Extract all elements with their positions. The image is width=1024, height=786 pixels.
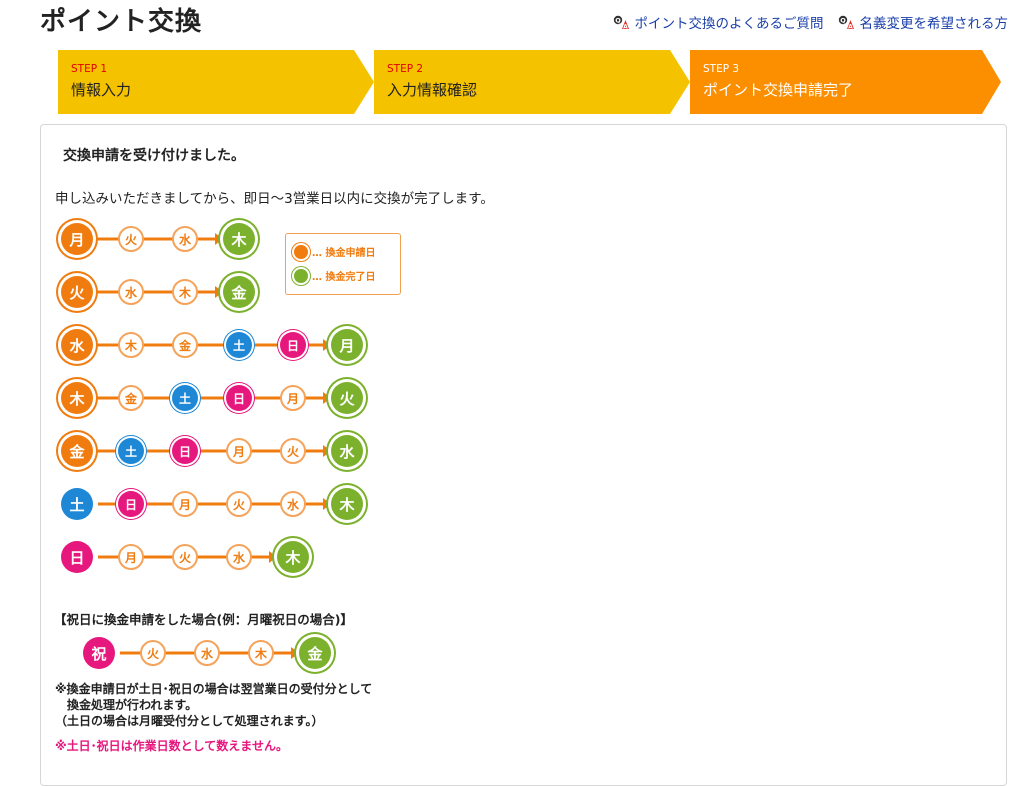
holiday-note-line-1: ※換金申請日が土日･祝日の場合は翌営業日の受付分として (55, 682, 373, 696)
arrow-right-icon (323, 392, 331, 404)
day-marker-sat: 土 (118, 438, 144, 464)
arrow-right-icon (323, 498, 331, 510)
holiday-note-line-2: 換金処理が行われます。 (67, 698, 198, 712)
day-marker-sun_apply: 日 (61, 541, 93, 573)
day-marker-apply: 水 (61, 329, 93, 361)
day-marker-apply: 火 (61, 276, 93, 308)
day-marker-apply: 月 (61, 223, 93, 255)
completion-heading: 交換申請を受け付けました。 (63, 148, 245, 164)
step-1-label: 情報入力 (71, 81, 132, 99)
apply-day-marker-icon (294, 244, 308, 259)
day-marker-work: 水 (280, 491, 306, 517)
day-marker-sat: 土 (226, 332, 252, 358)
name-change-link-label: 名義変更を希望される方 (859, 16, 1009, 32)
day-marker-sat: 土 (172, 385, 198, 411)
step-2-number: STEP 2 (387, 63, 424, 75)
day-marker-work: 月 (226, 438, 252, 464)
name-change-link[interactable]: Q A 名義変更を希望される方 (838, 12, 1009, 32)
day-marker-work: 木 (172, 279, 198, 305)
faq-link-label: ポイント交換のよくあるご質問 (634, 16, 824, 32)
day-marker-sun: 日 (280, 332, 306, 358)
step-2: STEP 2 入力情報確認 (374, 50, 692, 114)
day-marker-sun_apply: 祝 (83, 637, 115, 669)
arrow-right-icon (269, 551, 277, 563)
completion-message: 申し込みいただきましてから、即日〜3営業日以内に交換が完了します。 (55, 191, 494, 207)
day-marker-work: 木 (118, 332, 144, 358)
arrow-right-icon (291, 647, 299, 659)
day-marker-work: 木 (248, 640, 274, 666)
holiday-note-line-3: （土日の場合は月曜受付分として処理されます。） (55, 714, 324, 728)
help-links: Q A ポイント交換のよくあるご質問 Q A 名義変更を希望される方 (613, 12, 1009, 32)
schedule-legend: … 換金申請日 … 換金完了日 (285, 233, 401, 295)
legend-complete-label: … 換金完了日 (312, 272, 376, 283)
legend-complete: … 換金完了日 (294, 268, 375, 283)
day-marker-apply: 木 (61, 382, 93, 414)
day-marker-apply: 金 (61, 435, 93, 467)
step-3-label: ポイント交換申請完了 (703, 81, 854, 99)
day-marker-work: 月 (280, 385, 306, 411)
day-marker-work: 水 (226, 544, 252, 570)
arrow-right-icon (215, 286, 223, 298)
legend-apply-label: … 換金申請日 (312, 248, 376, 259)
svg-text:Q: Q (615, 16, 621, 24)
day-marker-done: 木 (331, 488, 363, 520)
day-marker-work: 火 (280, 438, 306, 464)
page-title: ポイント交換 (40, 7, 203, 37)
day-marker-work: 金 (172, 332, 198, 358)
day-marker-sun: 日 (172, 438, 198, 464)
holiday-example-title: 【祝日に換金申請をした場合(例：月曜祝日の場合)】 (54, 612, 353, 627)
day-marker-done: 金 (299, 637, 331, 669)
day-marker-work: 火 (140, 640, 166, 666)
svg-text:Q: Q (840, 16, 846, 24)
qa-icon: Q A (613, 15, 629, 30)
connector-lines (77, 339, 331, 351)
day-marker-done: 木 (277, 541, 309, 573)
step-1-number: STEP 1 (71, 63, 108, 75)
qa-icon: Q A (838, 15, 854, 30)
day-marker-sun: 日 (118, 491, 144, 517)
non-working-days-note: ※土日･祝日は作業日数として数えません。 (55, 739, 288, 753)
day-marker-sun: 日 (226, 385, 252, 411)
connector-lines (77, 445, 331, 457)
arrow-right-icon (323, 339, 331, 351)
step-1: STEP 1 情報入力 (58, 50, 376, 114)
svg-text:A: A (623, 23, 628, 30)
arrow-right-icon (215, 233, 223, 245)
day-marker-work: 金 (118, 385, 144, 411)
complete-day-marker-icon (294, 268, 308, 283)
completion-panel: 交換申請を受け付けました。 申し込みいただきましてから、即日〜3営業日以内に交換… (40, 124, 1007, 786)
step-2-label: 入力情報確認 (387, 81, 478, 99)
step-progress: STEP 1 情報入力 STEP 2 入力情報確認 STEP 3 ポイント交換申… (58, 50, 1002, 114)
day-marker-sat_apply: 土 (61, 488, 93, 520)
day-marker-work: 水 (194, 640, 220, 666)
day-marker-done: 月 (331, 329, 363, 361)
day-marker-done: 木 (223, 223, 255, 255)
connector-lines (77, 392, 331, 404)
day-marker-work: 火 (226, 491, 252, 517)
legend-apply: … 換金申請日 (294, 244, 375, 259)
day-marker-done: 金 (223, 276, 255, 308)
connector-lines (77, 498, 331, 510)
day-marker-done: 火 (331, 382, 363, 414)
day-marker-work: 月 (118, 544, 144, 570)
holiday-note: ※換金申請日が土日･祝日の場合は翌営業日の受付分として 換金処理が行われます。 … (55, 681, 372, 729)
faq-link[interactable]: Q A ポイント交換のよくあるご質問 (613, 12, 824, 32)
step-3-number: STEP 3 (703, 63, 740, 75)
day-marker-done: 水 (331, 435, 363, 467)
day-marker-work: 火 (118, 226, 144, 252)
day-marker-work: 月 (172, 491, 198, 517)
step-3: STEP 3 ポイント交換申請完了 (690, 50, 1002, 114)
svg-text:A: A (848, 23, 853, 30)
day-marker-work: 水 (172, 226, 198, 252)
day-marker-work: 火 (172, 544, 198, 570)
arrow-right-icon (323, 445, 331, 457)
day-marker-work: 水 (118, 279, 144, 305)
